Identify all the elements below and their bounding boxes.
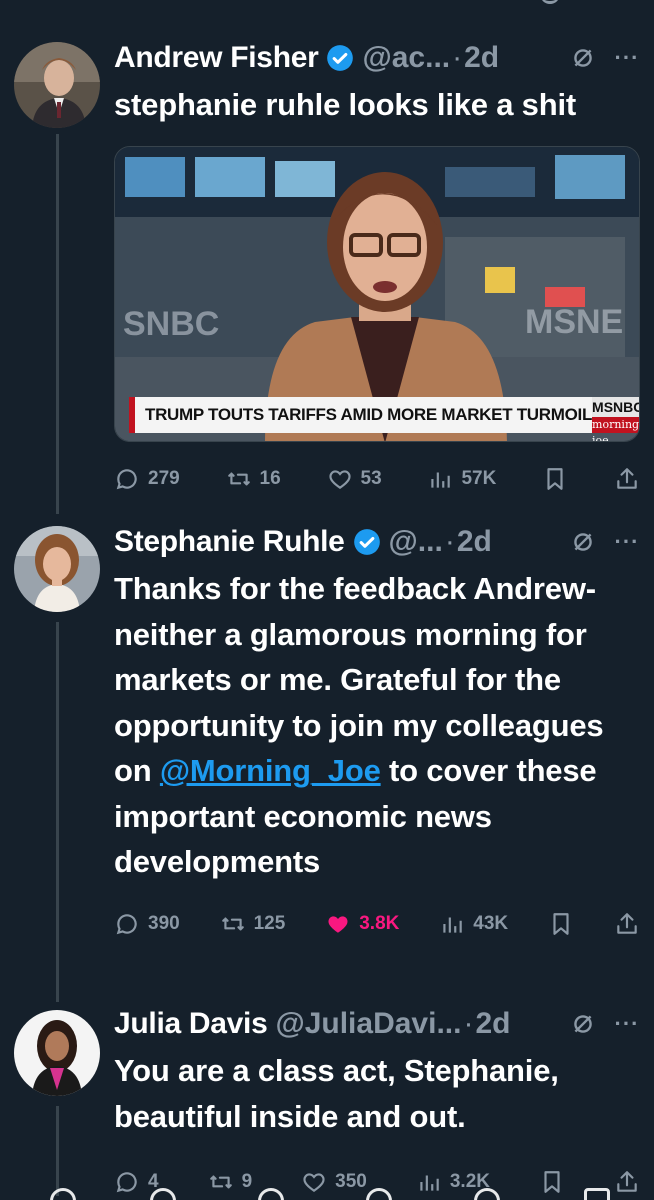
reply-count: 390 — [148, 912, 180, 934]
bottom-nav — [0, 1180, 654, 1200]
share-icon — [617, 912, 637, 934]
more-icon[interactable]: ··· — [614, 529, 640, 555]
wall-logo-right: MSNE — [525, 303, 623, 341]
like-button[interactable]: 53 — [327, 466, 382, 492]
news-chyron: TRUMP TOUTS TARIFFS AMID MORE MARKET TUR… — [129, 396, 639, 441]
header-actions: ··· — [570, 1011, 640, 1037]
author-name[interactable]: Andrew Fisher — [114, 41, 319, 75]
separator-dot: · — [452, 41, 463, 74]
tweet-media[interactable]: SNBC MSNE TRUMP TOUTS TARIFFS AMID MORE … — [114, 145, 640, 442]
grok-icon[interactable] — [570, 529, 596, 555]
views-icon — [431, 472, 451, 488]
header-actions: ··· — [570, 529, 640, 555]
author-name[interactable]: Julia Davis — [114, 1007, 268, 1041]
repost-button[interactable]: 125 — [220, 911, 286, 937]
tweet-text: Thanks for the feedback Andrew- neither … — [114, 566, 640, 885]
tweet-stephanie-ruhle[interactable]: Stephanie Ruhle @... · 2d ··· Thanks for… — [0, 522, 654, 1002]
repost-button[interactable]: 16 — [226, 466, 281, 492]
share-icon — [617, 467, 637, 489]
reply-button[interactable]: 279 — [114, 466, 180, 492]
more-icon[interactable]: ··· — [614, 45, 640, 71]
status-glyph — [540, 0, 560, 4]
timestamp[interactable]: 2d — [475, 1007, 510, 1041]
brand-logo: MSNBC — [592, 398, 640, 415]
wall-logo-left: SNBC — [123, 305, 219, 343]
views-count: 43K — [473, 912, 509, 934]
views-button[interactable]: 43K — [439, 911, 508, 937]
repost-count: 125 — [253, 912, 286, 934]
tweet-andrew-fisher[interactable]: Andrew Fisher @ac... · 2d ··· stephanie … — [0, 38, 654, 514]
author-handle[interactable]: @... — [389, 525, 443, 559]
verified-badge-icon — [353, 529, 380, 555]
reply-icon — [116, 913, 137, 934]
tweet-julia-davis[interactable]: Julia Davis @JuliaDavi... · 2d ··· You a… — [0, 1004, 654, 1200]
action-bar: 390 125 3.8K 43K — [114, 907, 640, 941]
bookmark-icon — [547, 467, 563, 490]
mention-link[interactable]: @Morning_Joe — [160, 753, 381, 788]
grok-nav-icon[interactable] — [258, 1188, 284, 1200]
header-actions: ··· — [570, 45, 640, 71]
bookmark-button[interactable] — [542, 466, 568, 492]
chyron-brand: MSNBC morning joe — [592, 396, 640, 441]
timestamp[interactable]: 2d — [457, 525, 492, 559]
separator-dot: · — [444, 525, 455, 558]
reply-count: 279 — [148, 467, 180, 489]
tweet-header: Andrew Fisher @ac... · 2d ··· — [114, 40, 640, 76]
author-name[interactable]: Stephanie Ruhle — [114, 525, 345, 559]
verified-badge-icon — [327, 45, 354, 71]
action-bar: 279 16 53 57K — [114, 462, 640, 496]
bookmark-button[interactable] — [548, 911, 574, 937]
like-button[interactable]: 3.8K — [325, 911, 399, 937]
grok-icon[interactable] — [570, 45, 596, 71]
tweet-content: Julia Davis @JuliaDavi... · 2d ··· You a… — [114, 1006, 640, 1199]
tweet-header: Julia Davis @JuliaDavi... · 2d ··· — [114, 1006, 640, 1042]
avatar[interactable] — [14, 526, 100, 612]
like-icon — [328, 469, 351, 489]
thread-line — [56, 622, 59, 1002]
tweet-header: Stephanie Ruhle @... · 2d ··· — [114, 524, 640, 560]
avatar[interactable] — [14, 1010, 100, 1096]
thread-line — [56, 134, 59, 514]
tweet-content: Andrew Fisher @ac... · 2d ··· stephanie … — [114, 40, 640, 496]
author-handle[interactable]: @JuliaDavi... — [275, 1007, 461, 1041]
more-icon[interactable]: ··· — [614, 1011, 640, 1037]
timestamp[interactable]: 2d — [464, 41, 499, 75]
messages-icon[interactable] — [584, 1188, 610, 1200]
like-count: 53 — [360, 467, 382, 489]
tweet-text: stephanie ruhle looks like a shit — [114, 87, 576, 122]
notifications-icon[interactable] — [474, 1188, 500, 1200]
author-handle[interactable]: @ac... — [362, 41, 450, 75]
show-name: morning joe — [592, 417, 640, 442]
tweet-text: You are a class act, Stephanie, beautifu… — [114, 1053, 559, 1134]
reply-button[interactable]: 390 — [114, 911, 180, 937]
like-count: 3.8K — [359, 912, 400, 934]
top-edge — [0, 0, 654, 8]
views-button[interactable]: 57K — [427, 466, 496, 492]
share-button[interactable] — [614, 466, 640, 492]
search-icon[interactable] — [150, 1188, 176, 1200]
home-icon[interactable] — [50, 1188, 76, 1200]
repost-count: 16 — [259, 467, 281, 489]
repost-icon — [227, 472, 250, 485]
separator-dot: · — [463, 1007, 474, 1040]
repost-icon — [221, 917, 244, 930]
share-button[interactable] — [614, 911, 640, 937]
reply-icon — [116, 468, 137, 489]
communities-icon[interactable] — [366, 1188, 392, 1200]
tweet-content: Stephanie Ruhle @... · 2d ··· Thanks for… — [114, 524, 640, 941]
bookmark-icon — [553, 912, 569, 935]
like-icon — [328, 915, 348, 933]
avatar[interactable] — [14, 42, 100, 128]
grok-icon[interactable] — [570, 1011, 596, 1037]
chyron-headline: TRUMP TOUTS TARIFFS AMID MORE MARKET TUR… — [145, 404, 593, 424]
views-count: 57K — [461, 467, 497, 489]
views-icon — [443, 917, 463, 933]
